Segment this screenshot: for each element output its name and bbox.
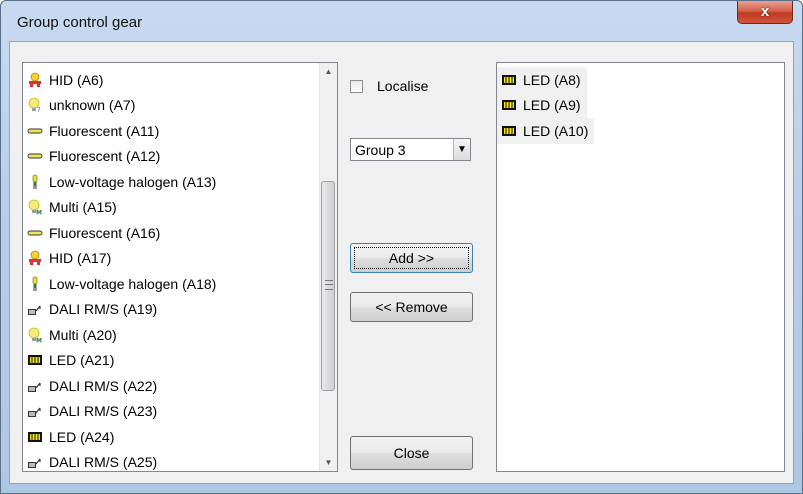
available-item[interactable]: Fluorescent (A12) bbox=[23, 144, 318, 170]
relay-switch-icon bbox=[27, 301, 43, 317]
available-item[interactable]: LED (A24) bbox=[23, 424, 318, 450]
grip-icon bbox=[325, 280, 333, 290]
led-icon bbox=[501, 97, 517, 113]
fluorescent-tube-icon bbox=[27, 225, 43, 241]
available-item-label: unknown (A7) bbox=[49, 97, 136, 114]
svg-text:M: M bbox=[36, 210, 42, 216]
available-item-label: HID (A6) bbox=[49, 71, 104, 88]
relay-switch-icon bbox=[27, 454, 43, 470]
available-gear-list[interactable]: HID (A6)? unknown (A7) Fluorescent (A11) Fl… bbox=[22, 62, 338, 472]
member-item-label: LED (A8) bbox=[523, 71, 581, 88]
available-item-label: Multi (A20) bbox=[49, 326, 117, 343]
available-item[interactable]: HID (A6) bbox=[23, 67, 318, 93]
available-item-label: Low-voltage halogen (A18) bbox=[49, 275, 217, 292]
led-icon bbox=[27, 429, 43, 445]
led-icon bbox=[501, 72, 517, 88]
chevron-down-icon[interactable]: ▼ bbox=[453, 139, 470, 160]
fluorescent-tube-icon bbox=[27, 123, 43, 139]
scroll-up-arrow-icon[interactable]: ▲ bbox=[320, 63, 337, 80]
available-item-label: Multi (A15) bbox=[49, 199, 117, 216]
member-item[interactable]: LED (A8) bbox=[497, 67, 587, 93]
relay-switch-icon bbox=[27, 378, 43, 394]
dialog-window: Group control gear x HID (A6)? unknown (A… bbox=[0, 0, 803, 494]
scroll-down-arrow-icon[interactable]: ▼ bbox=[320, 454, 337, 471]
available-item-label: DALI RM/S (A22) bbox=[49, 377, 158, 394]
available-item-label: DALI RM/S (A25) bbox=[49, 454, 158, 471]
available-item[interactable]: Fluorescent (A11) bbox=[23, 118, 318, 144]
available-item-label: Fluorescent (A11) bbox=[49, 122, 160, 139]
scrollbar-thumb[interactable] bbox=[321, 181, 335, 391]
available-item-label: DALI RM/S (A23) bbox=[49, 403, 158, 420]
group-select[interactable]: Group 3 ▼ bbox=[350, 138, 471, 161]
vertical-scrollbar[interactable]: ▲ ▼ bbox=[319, 63, 337, 471]
multi-bulb-icon: M bbox=[27, 199, 43, 217]
available-item[interactable]: DALI RM/S (A22) bbox=[23, 373, 318, 399]
member-item[interactable]: LED (A10) bbox=[497, 118, 595, 144]
available-item[interactable]: M Multi (A15) bbox=[23, 195, 318, 221]
available-item[interactable]: Fluorescent (A16) bbox=[23, 220, 318, 246]
window-title: Group control gear bbox=[17, 14, 143, 31]
title-bar[interactable]: Group control gear x bbox=[1, 1, 802, 41]
halogen-lamp-icon bbox=[27, 276, 43, 292]
member-item-label: LED (A9) bbox=[523, 97, 581, 114]
fluorescent-tube-icon bbox=[27, 148, 43, 164]
available-item[interactable]: Low-voltage halogen (A13) bbox=[23, 169, 318, 195]
add-button[interactable]: Add >> bbox=[350, 243, 473, 273]
unknown-bulb-icon: ? bbox=[27, 97, 43, 114]
group-select-value: Group 3 bbox=[355, 142, 406, 158]
available-item[interactable]: Low-voltage halogen (A18) bbox=[23, 271, 318, 297]
available-item[interactable]: ? unknown (A7) bbox=[23, 93, 318, 119]
available-item-label: Fluorescent (A16) bbox=[49, 224, 161, 241]
dialog-client-area: HID (A6)? unknown (A7) Fluorescent (A11) Fl… bbox=[9, 41, 794, 484]
window-close-button[interactable]: x bbox=[737, 1, 793, 24]
remove-button[interactable]: << Remove bbox=[350, 292, 473, 322]
member-item[interactable]: LED (A9) bbox=[497, 92, 587, 118]
localise-label: Localise bbox=[377, 78, 429, 94]
available-item-label: Low-voltage halogen (A13) bbox=[49, 173, 217, 190]
hid-lamp-icon bbox=[27, 72, 43, 88]
available-item-label: Fluorescent (A12) bbox=[49, 148, 161, 165]
available-item[interactable]: DALI RM/S (A23) bbox=[23, 399, 318, 425]
available-item-label: HID (A17) bbox=[49, 250, 112, 267]
available-item[interactable]: M Multi (A20) bbox=[23, 322, 318, 348]
available-item-label: DALI RM/S (A19) bbox=[49, 301, 158, 318]
svg-text:M: M bbox=[36, 337, 42, 343]
led-icon bbox=[501, 123, 517, 139]
available-item[interactable]: HID (A17) bbox=[23, 246, 318, 272]
relay-switch-icon bbox=[27, 403, 43, 419]
halogen-lamp-icon bbox=[27, 174, 43, 190]
focus-rectangle bbox=[354, 247, 469, 269]
available-item[interactable]: DALI RM/S (A19) bbox=[23, 297, 318, 323]
group-members-list[interactable]: LED (A8) LED (A9) LED (A10) bbox=[496, 62, 785, 472]
available-item-label: LED (A21) bbox=[49, 352, 115, 369]
led-icon bbox=[27, 352, 43, 368]
localise-checkbox[interactable] bbox=[350, 80, 363, 93]
hid-lamp-icon bbox=[27, 250, 43, 266]
available-item[interactable]: DALI RM/S (A25) bbox=[23, 450, 318, 472]
group-members-items: LED (A8) LED (A9) LED (A10) bbox=[497, 67, 784, 144]
available-gear-items: HID (A6)? unknown (A7) Fluorescent (A11) Fl… bbox=[23, 67, 318, 472]
available-item-label: LED (A24) bbox=[49, 428, 115, 445]
member-item-label: LED (A10) bbox=[523, 122, 589, 139]
multi-bulb-icon: M bbox=[27, 327, 43, 344]
available-item[interactable]: LED (A21) bbox=[23, 348, 318, 374]
svg-text:?: ? bbox=[37, 106, 41, 113]
close-button[interactable]: Close bbox=[350, 436, 473, 470]
